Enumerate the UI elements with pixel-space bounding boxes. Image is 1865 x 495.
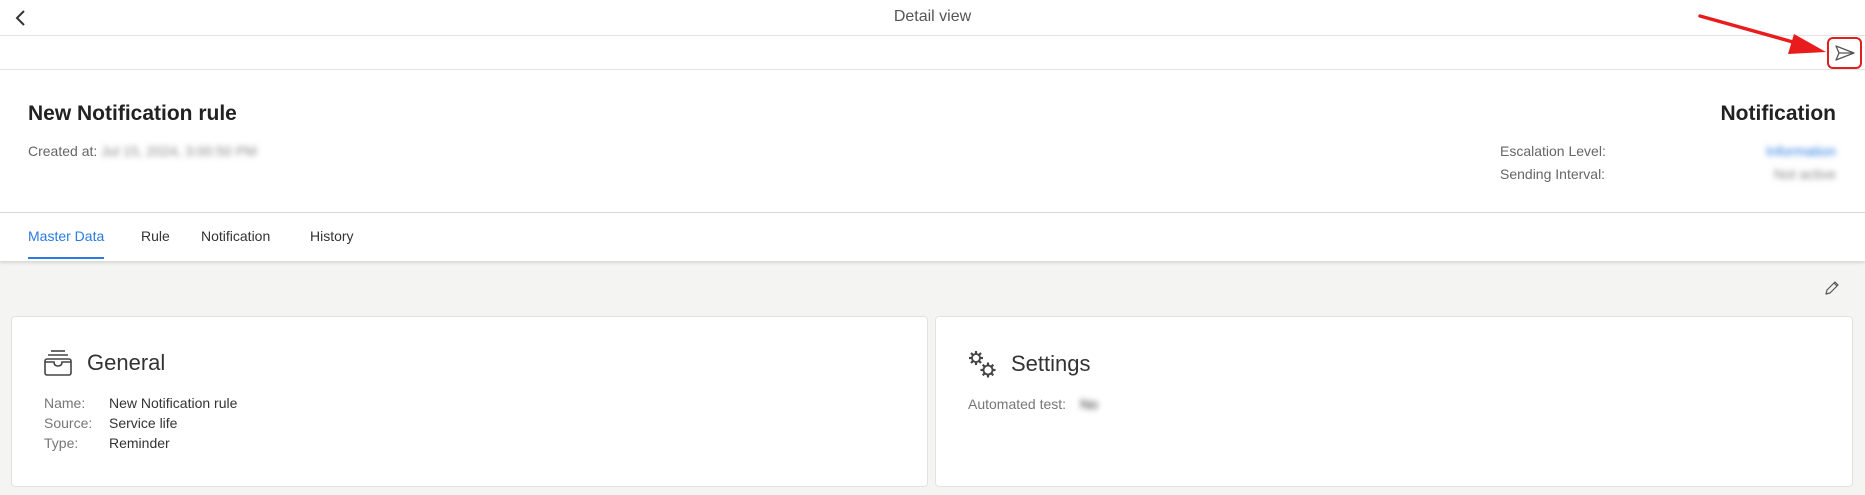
created-at: Created at: Jul 15, 2024, 3:00:50 PM bbox=[28, 143, 257, 159]
created-label: Created at: bbox=[28, 143, 98, 159]
tab-rule[interactable]: Rule bbox=[141, 228, 170, 257]
page-title: Detail view bbox=[893, 8, 972, 25]
send-button[interactable] bbox=[1827, 37, 1862, 69]
tab-master-data[interactable]: Master Data bbox=[28, 228, 105, 259]
general-card-header: General bbox=[43, 349, 165, 377]
general-field-name: Name: New Notification rule bbox=[44, 395, 237, 411]
send-icon bbox=[1834, 45, 1855, 61]
field-label: Source: bbox=[44, 415, 93, 431]
field-label: Automated test: bbox=[968, 396, 1067, 412]
general-title: General bbox=[87, 350, 166, 375]
interval-value: Not active bbox=[1773, 166, 1836, 182]
field-value: No bbox=[1080, 396, 1098, 412]
general-field-source: Source: Service life bbox=[44, 415, 177, 431]
field-value: Service life bbox=[109, 415, 178, 431]
top-bar: Detail view bbox=[0, 0, 1865, 36]
gears-icon bbox=[969, 351, 996, 378]
escalation-value[interactable]: Information bbox=[1766, 143, 1836, 159]
created-value: Jul 15, 2024, 3:00:50 PM bbox=[101, 143, 257, 159]
settings-title: Settings bbox=[1011, 351, 1091, 376]
pencil-icon bbox=[1825, 281, 1839, 295]
general-field-type: Type: Reminder bbox=[44, 435, 170, 451]
escalation-row: Escalation Level: Information bbox=[1500, 143, 1836, 159]
rule-title: New Notification rule bbox=[28, 102, 237, 125]
tab-history[interactable]: History bbox=[310, 228, 354, 257]
field-label: Name: bbox=[44, 395, 86, 411]
tab-bar: Master Data Rule Notification History bbox=[0, 213, 1865, 261]
settings-card: Settings Automated test: No bbox=[935, 316, 1853, 487]
interval-label: Sending Interval: bbox=[1500, 166, 1606, 182]
field-label: Type: bbox=[44, 435, 79, 451]
escalation-label: Escalation Level: bbox=[1500, 143, 1606, 159]
interval-row: Sending Interval: Not active bbox=[1500, 166, 1836, 182]
field-value: New Notification rule bbox=[109, 395, 238, 411]
archive-box-icon bbox=[44, 350, 72, 376]
action-bar bbox=[0, 36, 1865, 70]
tab-notification[interactable]: Notification bbox=[201, 228, 270, 257]
edit-button[interactable] bbox=[1822, 278, 1842, 298]
type-title: Notification bbox=[1720, 102, 1837, 125]
settings-card-header: Settings bbox=[967, 349, 1091, 379]
settings-field-automated-test: Automated test: No bbox=[968, 396, 1098, 412]
general-card: General Name: New Notification rule Sourc… bbox=[11, 316, 928, 487]
field-value: Reminder bbox=[109, 435, 170, 451]
detail-header: New Notification rule Created at: Jul 15… bbox=[0, 70, 1865, 213]
